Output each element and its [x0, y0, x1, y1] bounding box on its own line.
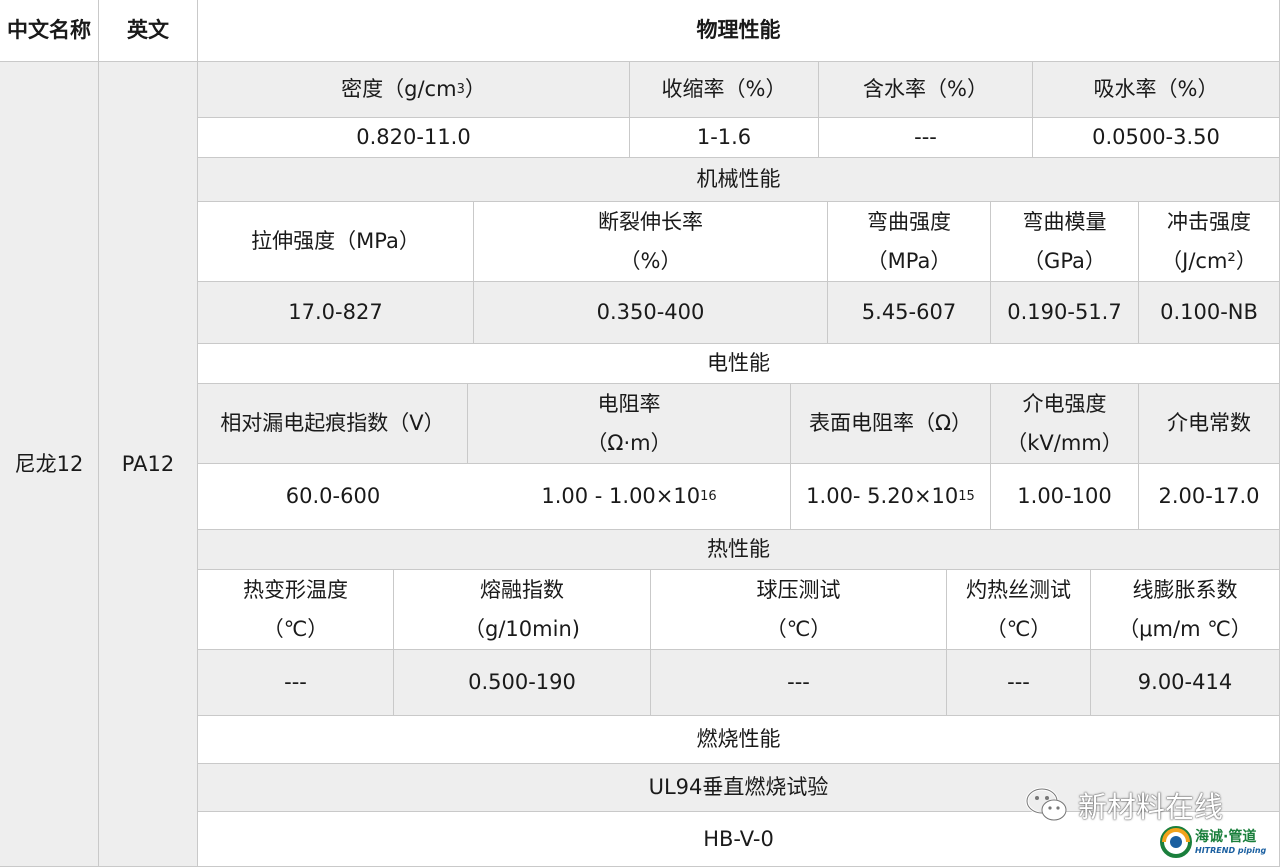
- impact-value: 0.100-NB: [1139, 282, 1280, 344]
- flexural-modulus-header-line2: （GPa）: [1023, 248, 1106, 273]
- cte-value: 9.00-414: [1091, 650, 1280, 716]
- tensile-value: 17.0-827: [198, 282, 474, 344]
- resistivity-header-line1: 电阻率: [597, 391, 661, 416]
- cte-header-line1: 线膨胀系数: [1132, 577, 1238, 602]
- ball-pressure-header-line2: （℃）: [765, 616, 832, 641]
- mfi-value: 0.500-190: [394, 650, 651, 716]
- company-logo: 海诚·管道 HITREND piping: [1160, 826, 1266, 858]
- ball-pressure-value: ---: [651, 650, 947, 716]
- resistivity-header-line2: （Ω·m）: [586, 430, 672, 455]
- absorption-value: 0.0500-3.50: [1033, 118, 1280, 158]
- glow-wire-header: 灼热丝测试 （℃）: [947, 570, 1091, 650]
- logo-cn-text: 海诚·管道: [1195, 828, 1257, 845]
- density-header: 密度（g/cm 3）: [198, 62, 630, 118]
- dielectric-constant-header: 介电常数: [1139, 384, 1280, 464]
- resistivity-value-base: 1.00 - 1.00×10: [541, 484, 701, 509]
- electrical-title: 电性能: [198, 344, 1280, 384]
- density-value: 0.820-11.0: [198, 118, 630, 158]
- dielectric-strength-header-line1: 介电强度: [1022, 391, 1107, 416]
- dielectric-constant-value: 2.00-17.0: [1139, 464, 1280, 530]
- logo-en-text: HITREND piping: [1195, 845, 1267, 855]
- surface-resistivity-header: 表面电阻率（Ω）: [791, 384, 991, 464]
- material-en-name: PA12: [99, 62, 198, 867]
- hdt-header-line1: 热变形温度: [243, 577, 348, 602]
- cte-header: 线膨胀系数 （μm/m ℃）: [1091, 570, 1280, 650]
- glow-wire-value: ---: [947, 650, 1091, 716]
- moisture-value: ---: [819, 118, 1033, 158]
- elongation-header: 断裂伸长率 （%）: [474, 202, 828, 282]
- flexural-strength-header-line2: （MPa）: [866, 248, 952, 273]
- surface-resistivity-value: 1.00- 5.20×10 15: [791, 464, 991, 530]
- mechanical-title: 机械性能: [198, 158, 1280, 202]
- flexural-strength-header: 弯曲强度 （MPa）: [828, 202, 991, 282]
- combustion-title: 燃烧性能: [198, 716, 1280, 764]
- material-cn-name: 尼龙12: [0, 62, 99, 867]
- flexural-strength-value: 5.45-607: [828, 282, 991, 344]
- mfi-header-line2: （g/10min): [464, 616, 580, 641]
- ball-pressure-header-line1: 球压测试: [756, 577, 841, 602]
- density-header-end: ）: [464, 77, 486, 102]
- impact-header: 冲击强度 （J/cm²）: [1139, 202, 1280, 282]
- resistivity-value: 1.00 - 1.00×10 16: [468, 464, 791, 530]
- hdt-header: 热变形温度 （℃）: [198, 570, 394, 650]
- glow-wire-header-line2: （℃）: [985, 616, 1052, 641]
- hdt-value: ---: [198, 650, 394, 716]
- header-cn-name: 中文名称: [0, 0, 99, 62]
- shrinkage-header: 收缩率（%）: [630, 62, 819, 118]
- cti-value: 60.0-600: [198, 464, 468, 530]
- tensile-header: 拉伸强度（MPa）: [198, 202, 474, 282]
- absorption-header: 吸水率（%）: [1033, 62, 1280, 118]
- thermal-title: 热性能: [198, 530, 1280, 570]
- surface-resistivity-value-base: 1.00- 5.20×10: [806, 484, 959, 509]
- cte-header-line2: （μm/m ℃）: [1118, 616, 1252, 641]
- watermark-text: 新材料在线: [1078, 790, 1224, 824]
- hdt-header-line2: （℃）: [262, 616, 329, 641]
- ball-pressure-header: 球压测试 （℃）: [651, 570, 947, 650]
- resistivity-header: 电阻率 （Ω·m）: [468, 384, 791, 464]
- density-header-text: 密度（g/cm: [341, 77, 457, 102]
- header-en-name: 英文: [99, 0, 198, 62]
- flexural-modulus-value: 0.190-51.7: [991, 282, 1139, 344]
- mfi-header: 熔融指数 （g/10min): [394, 570, 651, 650]
- moisture-header: 含水率（%）: [819, 62, 1033, 118]
- flexural-modulus-header: 弯曲模量 （GPa）: [991, 202, 1139, 282]
- glow-wire-header-line1: 灼热丝测试: [966, 577, 1071, 602]
- elongation-header-line1: 断裂伸长率: [598, 209, 703, 234]
- dielectric-strength-header: 介电强度 （kV/mm）: [991, 384, 1139, 464]
- wechat-watermark: 新材料在线: [1024, 784, 1223, 826]
- header-physical: 物理性能: [198, 0, 1280, 62]
- logo-mark-icon: [1160, 826, 1192, 858]
- flexural-modulus-header-line1: 弯曲模量: [1022, 209, 1107, 234]
- elongation-value: 0.350-400: [474, 282, 828, 344]
- elongation-header-line2: （%）: [619, 248, 682, 273]
- impact-header-line2: （J/cm²）: [1161, 248, 1257, 273]
- cti-header: 相对漏电起痕指数（V）: [198, 384, 468, 464]
- shrinkage-value: 1-1.6: [630, 118, 819, 158]
- dielectric-strength-header-line2: （kV/mm）: [1006, 430, 1123, 455]
- mfi-header-line1: 熔融指数: [480, 577, 564, 602]
- wechat-icon: [1025, 787, 1067, 821]
- dielectric-strength-value: 1.00-100: [991, 464, 1139, 530]
- impact-header-line1: 冲击强度: [1167, 209, 1251, 234]
- flexural-strength-header-line1: 弯曲强度: [867, 209, 951, 234]
